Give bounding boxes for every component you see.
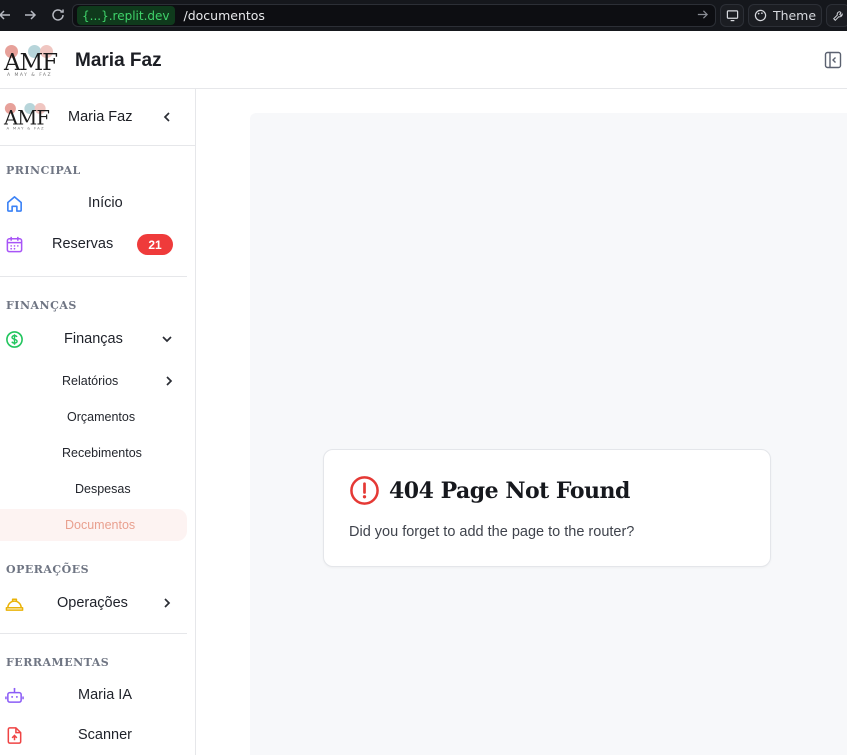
sidebar-item-inicio[interactable]: Início bbox=[0, 188, 190, 218]
sidebar-subitem-label: Documentos bbox=[65, 518, 136, 532]
sidebar-brand: Maria Faz bbox=[68, 109, 133, 125]
theme-label: Theme bbox=[772, 8, 817, 23]
sidebar-subitem-orcamentos[interactable]: Orçamentos bbox=[0, 401, 187, 433]
section-principal: PRINCIPAL bbox=[6, 164, 81, 177]
section-ferramentas: FERRAMENTAS bbox=[6, 656, 110, 669]
back-icon[interactable] bbox=[0, 7, 13, 23]
sidebar-subitem-relatorios[interactable]: Relatórios bbox=[0, 365, 190, 397]
sidebar-item-financas[interactable]: Finanças bbox=[0, 324, 190, 354]
sidebar-item-scanner[interactable]: Scanner bbox=[0, 720, 190, 750]
sidebar-collapse-chevron-icon[interactable] bbox=[160, 110, 174, 124]
wrench-icon bbox=[833, 10, 843, 21]
forward-icon[interactable] bbox=[22, 7, 38, 23]
sidebar-subitem-documentos[interactable]: Documentos bbox=[0, 509, 187, 541]
reservas-count-badge: 21 bbox=[137, 234, 173, 255]
sidebar-subitem-despesas[interactable]: Despesas bbox=[0, 473, 187, 505]
sidebar-item-label: Maria IA bbox=[78, 687, 132, 703]
sidebar-item-label: Operações bbox=[57, 595, 128, 611]
section-operacoes: OPERAÇÕES bbox=[6, 563, 90, 576]
sidebar-item-reservas[interactable]: Reservas 21 bbox=[0, 229, 190, 259]
sidebar-logo: AMF A MAY & FAZ bbox=[4, 103, 57, 131]
hard-hat-icon bbox=[5, 594, 24, 613]
monitor-icon bbox=[726, 10, 738, 22]
not-found-card: 404 Page Not Found Did you forget to add… bbox=[323, 449, 771, 567]
chevron-down-icon bbox=[160, 332, 174, 346]
sidebar-subitem-label: Despesas bbox=[75, 482, 131, 496]
calendar-icon bbox=[5, 235, 24, 254]
dollar-circle-icon bbox=[5, 330, 24, 349]
sidebar-item-label: Início bbox=[88, 195, 123, 211]
app-header: AMF A MAY & FAZ Maria Faz bbox=[0, 31, 847, 89]
home-icon bbox=[5, 194, 24, 213]
chevron-right-icon bbox=[162, 374, 176, 388]
sidebar-subitem-label: Relatórios bbox=[62, 374, 119, 388]
sidebar-item-label: Reservas bbox=[52, 236, 114, 252]
sidebar-subitem-label: Orçamentos bbox=[67, 410, 136, 424]
sidebar: AMF A MAY & FAZ Maria Faz PRINCIPAL Iníc… bbox=[0, 89, 196, 755]
section-financas: FINANÇAS bbox=[6, 299, 77, 312]
app-title: Maria Faz bbox=[75, 50, 162, 71]
divider bbox=[0, 276, 187, 277]
sidebar-subitem-label: Recebimentos bbox=[62, 446, 142, 460]
tools-button[interactable] bbox=[826, 4, 847, 27]
sidebar-header: AMF A MAY & FAZ Maria Faz bbox=[0, 89, 195, 146]
browser-toolbar: {...}.replit.dev /documentos Theme bbox=[0, 0, 847, 31]
file-upload-icon bbox=[5, 726, 24, 745]
theme-button[interactable]: Theme bbox=[748, 4, 822, 27]
chevron-right-icon bbox=[160, 596, 174, 610]
sidebar-item-maria-ia[interactable]: Maria IA bbox=[0, 680, 190, 710]
error-title: 404 Page Not Found bbox=[389, 478, 630, 504]
palette-icon bbox=[754, 9, 767, 22]
brand-logo: AMF A MAY & FAZ bbox=[4, 45, 66, 78]
open-external-icon[interactable] bbox=[696, 8, 709, 24]
sidebar-item-label: Scanner bbox=[78, 727, 133, 743]
divider bbox=[0, 633, 187, 634]
sidebar-item-label: Finanças bbox=[64, 331, 123, 347]
reload-icon[interactable] bbox=[50, 7, 66, 23]
url-domain: {...}.replit.dev bbox=[77, 6, 175, 25]
url-path: /documentos bbox=[183, 8, 265, 23]
sidebar-subitem-recebimentos[interactable]: Recebimentos bbox=[0, 437, 187, 469]
bot-icon bbox=[5, 686, 24, 705]
address-bar[interactable]: {...}.replit.dev /documentos bbox=[72, 4, 716, 27]
device-preview-button[interactable] bbox=[720, 4, 744, 27]
sidebar-toggle-icon[interactable] bbox=[824, 51, 842, 69]
sidebar-item-operacoes[interactable]: Operações bbox=[0, 588, 190, 618]
error-message: Did you forget to add the page to the ro… bbox=[349, 524, 635, 540]
main-content bbox=[250, 113, 847, 755]
alert-circle-icon bbox=[349, 475, 380, 506]
